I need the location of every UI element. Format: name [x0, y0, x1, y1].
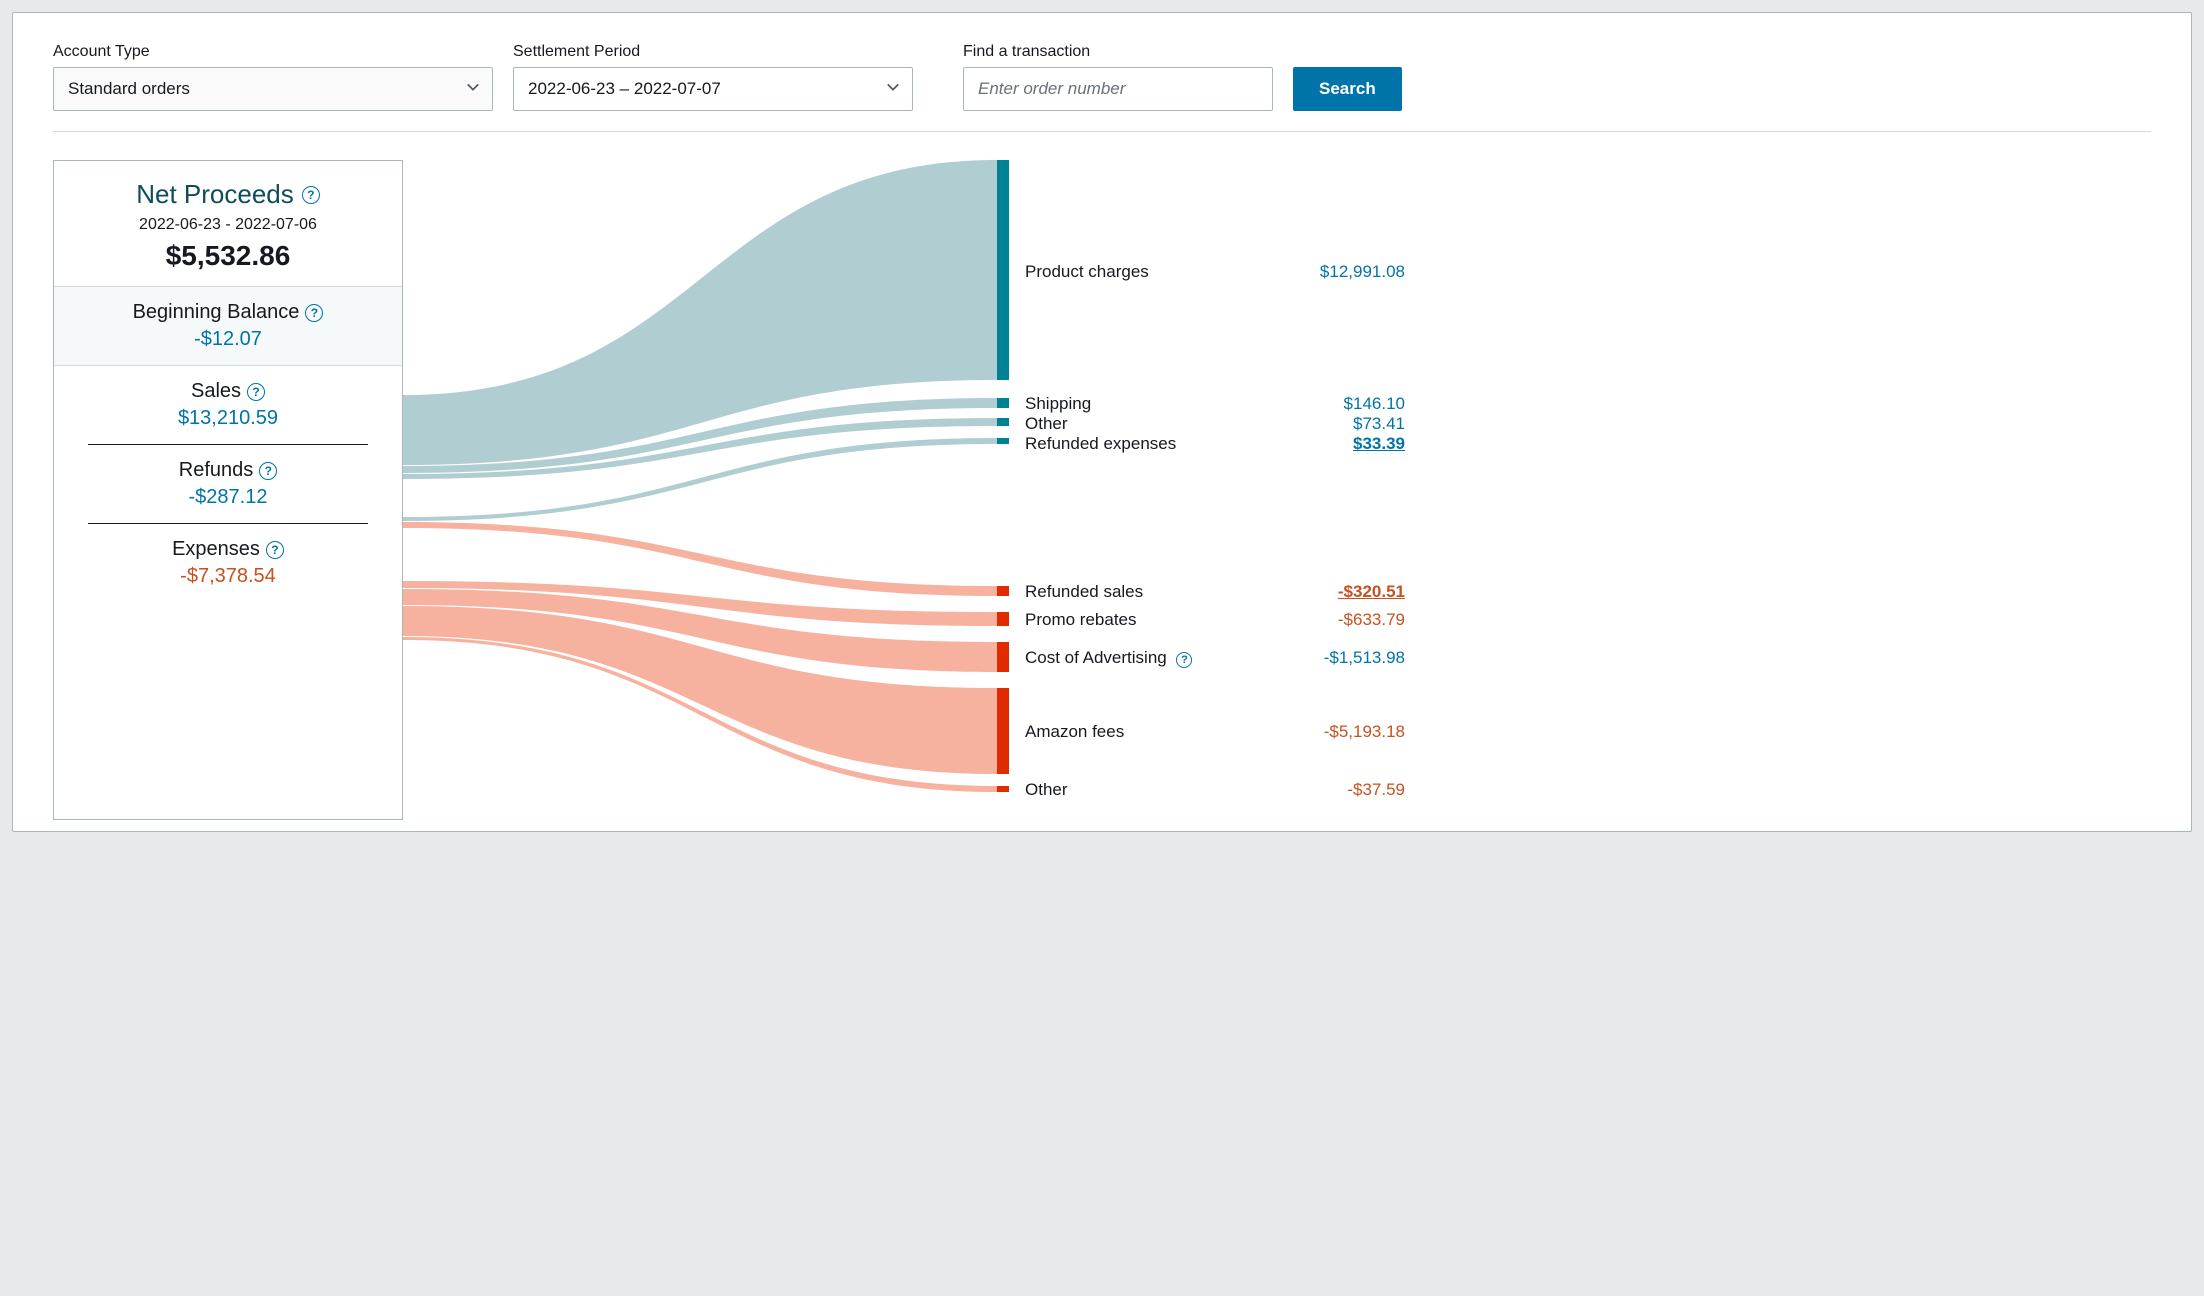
node-amazon-fees — [997, 688, 1009, 774]
breakdown-label-text: Cost of Advertising — [1025, 648, 1167, 667]
breakdown-label: Refunded sales — [1025, 582, 1143, 602]
node-refunded-expenses — [997, 438, 1009, 444]
breakdown-refunded-expenses[interactable]: Refunded expenses $33.39 — [1025, 434, 1405, 454]
node-other-out — [997, 786, 1009, 792]
settlement-period-label: Settlement Period — [513, 43, 913, 61]
breakdown-value: $73.41 — [1353, 414, 1405, 434]
chevron-down-icon — [466, 79, 480, 99]
breakdown-label: Cost of Advertising ? — [1025, 648, 1192, 668]
breakdown-label: Other — [1025, 780, 1068, 800]
sales-row[interactable]: Sales ? $13,210.59 — [54, 366, 402, 444]
breakdown-product-charges[interactable]: Product charges $12,991.08 — [1025, 262, 1405, 282]
sales-label-text: Sales — [191, 380, 241, 403]
breakdown-refunded-sales[interactable]: Refunded sales -$320.51 — [1025, 582, 1405, 602]
breakdown-value: -$37.59 — [1347, 780, 1405, 800]
expenses-label-text: Expenses — [172, 538, 260, 561]
settlement-period-field: Settlement Period 2022-06-23 – 2022-07-0… — [513, 43, 913, 111]
node-product-charges — [997, 160, 1009, 380]
card-date-range: 2022-06-23 - 2022-07-06 — [64, 216, 392, 234]
find-transaction-field: Find a transaction — [963, 43, 1273, 111]
help-icon[interactable]: ? — [259, 462, 277, 480]
breakdown-label: Other — [1025, 414, 1068, 434]
account-type-value: Standard orders — [68, 79, 190, 99]
card-title: Net Proceeds ? — [136, 179, 320, 210]
breakdown-shipping[interactable]: Shipping $146.10 — [1025, 394, 1405, 414]
breakdown-label: Promo rebates — [1025, 610, 1137, 630]
settlement-period-value: 2022-06-23 – 2022-07-07 — [528, 79, 721, 99]
node-other-in — [997, 418, 1009, 426]
settlement-panel: Account Type Standard orders Settlement … — [12, 12, 2192, 832]
node-shipping — [997, 398, 1009, 408]
card-title-text: Net Proceeds — [136, 179, 294, 210]
account-type-field: Account Type Standard orders — [53, 43, 493, 111]
expenses-label: Expenses ? — [172, 538, 284, 561]
refunds-row[interactable]: Refunds ? -$287.12 — [54, 445, 402, 523]
filter-bar: Account Type Standard orders Settlement … — [53, 43, 2151, 132]
breakdown-value: $12,991.08 — [1320, 262, 1405, 282]
account-type-label: Account Type — [53, 43, 493, 61]
search-button[interactable]: Search — [1293, 67, 1402, 111]
breakdown-value: -$633.79 — [1338, 610, 1405, 630]
breakdown-amazon-fees[interactable]: Amazon fees -$5,193.18 — [1025, 722, 1405, 742]
beginning-balance-value: -$12.07 — [64, 328, 392, 351]
sankey-svg — [403, 160, 1023, 820]
node-cost-advertising — [997, 642, 1009, 672]
breakdown-label: Product charges — [1025, 262, 1149, 282]
help-icon[interactable]: ? — [302, 186, 320, 204]
breakdown-promo-rebates[interactable]: Promo rebates -$633.79 — [1025, 610, 1405, 630]
breakdown-other-out[interactable]: Other -$37.59 — [1025, 780, 1405, 800]
content-area: Net Proceeds ? 2022-06-23 - 2022-07-06 $… — [53, 160, 2151, 820]
sales-label: Sales ? — [191, 380, 265, 403]
expenses-value: -$7,378.54 — [64, 565, 392, 588]
order-number-input[interactable] — [963, 67, 1273, 111]
help-icon[interactable]: ? — [266, 541, 284, 559]
net-proceeds-amount: $5,532.86 — [64, 240, 392, 272]
flow-sales-product-charges — [403, 160, 997, 465]
chevron-down-icon — [886, 79, 900, 99]
node-promo-rebates — [997, 612, 1009, 626]
node-refunded-sales — [997, 586, 1009, 596]
breakdown-other-in[interactable]: Other $73.41 — [1025, 414, 1405, 434]
breakdown-label: Refunded expenses — [1025, 434, 1176, 454]
help-icon[interactable]: ? — [247, 383, 265, 401]
settlement-period-select[interactable]: 2022-06-23 – 2022-07-07 — [513, 67, 913, 111]
sankey-chart: Product charges $12,991.08 Shipping $146… — [403, 160, 2151, 820]
refunds-label-text: Refunds — [179, 459, 254, 482]
help-icon[interactable]: ? — [305, 304, 323, 322]
card-header: Net Proceeds ? 2022-06-23 - 2022-07-06 $… — [54, 161, 402, 286]
breakdown-value: -$1,513.98 — [1324, 648, 1405, 668]
refunds-value: -$287.12 — [64, 486, 392, 509]
breakdown-label: Shipping — [1025, 394, 1091, 414]
breakdown-cost-advertising[interactable]: Cost of Advertising ? -$1,513.98 — [1025, 648, 1405, 668]
sales-value: $13,210.59 — [64, 407, 392, 430]
beginning-balance-label: Beginning Balance ? — [133, 301, 324, 324]
expenses-row[interactable]: Expenses ? -$7,378.54 — [54, 524, 402, 602]
refunds-label: Refunds ? — [179, 459, 278, 482]
breakdown-label: Amazon fees — [1025, 722, 1124, 742]
breakdown-value[interactable]: $33.39 — [1353, 434, 1405, 454]
net-proceeds-card: Net Proceeds ? 2022-06-23 - 2022-07-06 $… — [53, 160, 403, 820]
breakdown-value[interactable]: -$320.51 — [1338, 582, 1405, 602]
account-type-select[interactable]: Standard orders — [53, 67, 493, 111]
breakdown-value: $146.10 — [1344, 394, 1405, 414]
breakdown-value: -$5,193.18 — [1324, 722, 1405, 742]
find-transaction-label: Find a transaction — [963, 43, 1273, 61]
help-icon[interactable]: ? — [1176, 652, 1192, 668]
beginning-balance-row[interactable]: Beginning Balance ? -$12.07 — [54, 286, 402, 366]
beginning-balance-label-text: Beginning Balance — [133, 301, 300, 324]
